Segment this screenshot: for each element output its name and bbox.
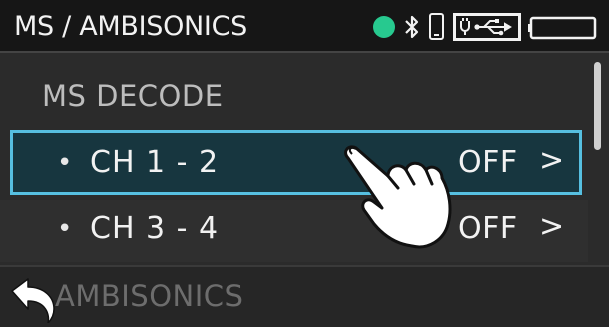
chevron-right-icon: > bbox=[539, 143, 565, 178]
menu-list: MS DECODE • CH 1 - 2 OFF > • CH 3 - 4 OF… bbox=[0, 55, 609, 327]
list-item-value: OFF bbox=[458, 211, 518, 246]
list-item-ambisonics[interactable]: AMBISONICS bbox=[0, 265, 609, 327]
battery-icon bbox=[528, 16, 597, 40]
list-item-ch1-2[interactable]: • CH 1 - 2 OFF > bbox=[10, 130, 582, 195]
device-screen: MS / AMBISONICS MS DECODE • CH 1 - 2 OFF… bbox=[0, 0, 609, 327]
list-item-label: CH 3 - 4 bbox=[90, 211, 220, 246]
phone-icon bbox=[429, 13, 444, 40]
status-icons bbox=[0, 0, 609, 53]
section-header: MS DECODE bbox=[0, 65, 588, 127]
bluetooth-icon bbox=[405, 15, 419, 39]
status-dot-icon bbox=[373, 16, 395, 38]
back-arrow-icon[interactable] bbox=[6, 277, 60, 323]
list-item-label: AMBISONICS bbox=[55, 279, 244, 313]
bullet-icon: • bbox=[57, 148, 73, 178]
status-bar: MS / AMBISONICS bbox=[0, 0, 609, 53]
tap-hand-icon bbox=[344, 145, 452, 249]
scrollbar[interactable] bbox=[594, 62, 601, 150]
list-item-ch3-4[interactable]: • CH 3 - 4 OFF > bbox=[0, 200, 588, 262]
bullet-icon: • bbox=[57, 214, 73, 244]
section-header-label: MS DECODE bbox=[42, 79, 224, 113]
list-item-value: OFF bbox=[458, 145, 518, 180]
usb-icon bbox=[453, 13, 521, 41]
chevron-right-icon: > bbox=[539, 209, 565, 244]
list-item-label: CH 1 - 2 bbox=[90, 145, 220, 180]
